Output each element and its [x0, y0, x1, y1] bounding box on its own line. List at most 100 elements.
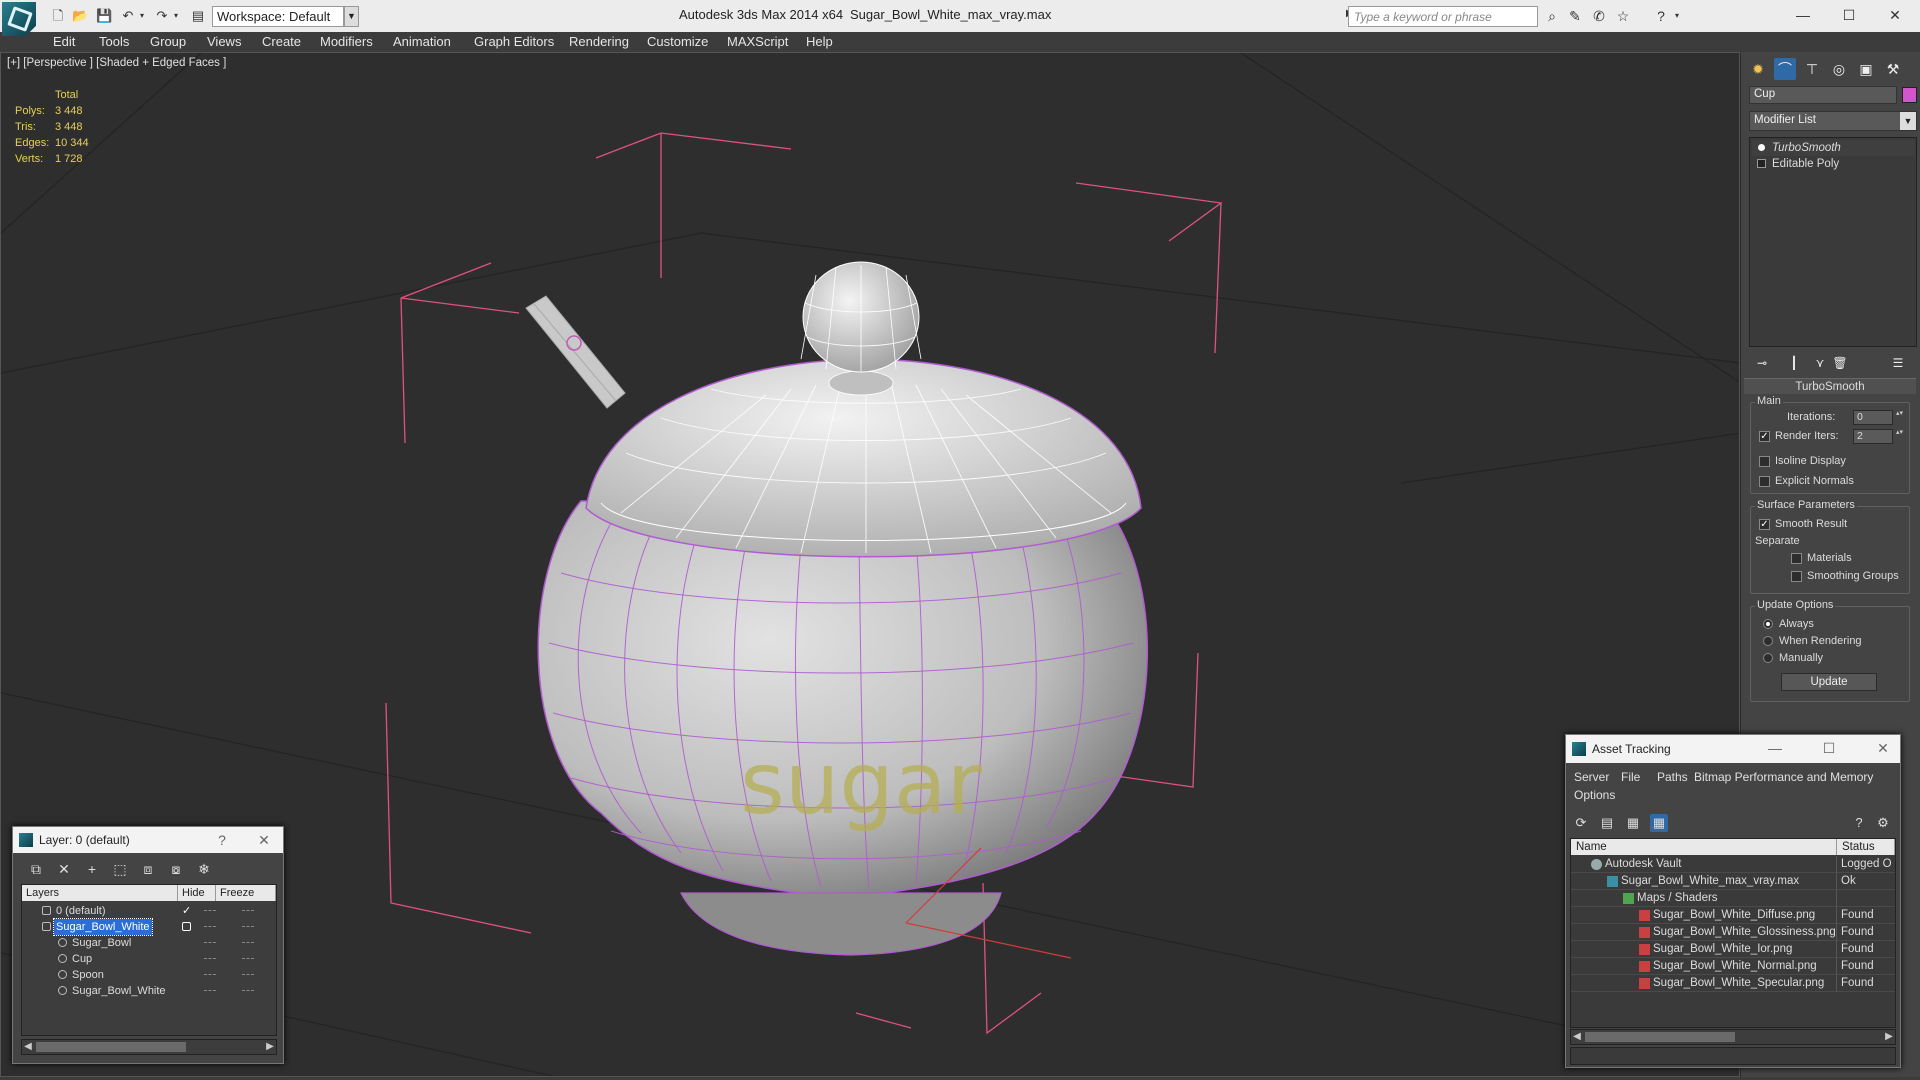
display-tab-icon[interactable]: ▣	[1855, 58, 1877, 80]
menu-edit[interactable]: Edit	[53, 34, 75, 49]
scrollbar-thumb[interactable]	[36, 1042, 186, 1052]
minimize-button[interactable]: —	[1762, 735, 1788, 761]
layer-row[interactable]: 0 (default) ✓	[22, 903, 276, 919]
menu-paths[interactable]: Paths	[1657, 770, 1688, 784]
update-button[interactable]: Update	[1781, 673, 1877, 691]
highlight-layer-icon[interactable]: ⧈	[139, 860, 157, 878]
redo-dropdown-icon[interactable]: ▾	[168, 8, 184, 24]
menu-file[interactable]: File	[1621, 770, 1640, 784]
object-name-input[interactable]: Cup	[1749, 86, 1897, 104]
make-unique-icon[interactable]: ⋎	[1811, 354, 1829, 372]
configure-sets-icon[interactable]: ☰	[1889, 354, 1907, 372]
freeze-column-header[interactable]: Freeze	[216, 885, 276, 901]
asset-row[interactable]: Sugar_Bowl_White_Ior.png Found	[1571, 941, 1895, 958]
freeze-toggle[interactable]	[242, 990, 254, 991]
stack-item-editable-poly[interactable]: Editable Poly	[1752, 156, 1915, 172]
menu-server[interactable]: Server	[1574, 770, 1609, 784]
asset-row[interactable]: Maps / Shaders	[1571, 890, 1895, 907]
settings-icon[interactable]: ⚙	[1874, 814, 1892, 832]
scrollbar-thumb[interactable]	[1585, 1032, 1735, 1042]
menu-views[interactable]: Views	[207, 34, 241, 49]
modify-tab-icon[interactable]: ⌒	[1774, 58, 1796, 80]
active-layer-checkmark-icon[interactable]: ✓	[182, 903, 191, 919]
project-folder-icon[interactable]: ▤	[190, 8, 206, 24]
freeze-toggle[interactable]	[242, 958, 254, 959]
separate-materials-checkbox[interactable]	[1791, 553, 1802, 564]
asset-row[interactable]: Sugar_Bowl_White_Specular.png Found	[1571, 975, 1895, 992]
help-dropdown-icon[interactable]: ▾	[1668, 8, 1686, 24]
layers-column-header[interactable]: Layers	[22, 885, 178, 901]
menu-options[interactable]: Options	[1574, 788, 1615, 802]
scroll-right-icon[interactable]: ▶	[264, 1040, 276, 1054]
render-iters-checkbox[interactable]: ✓	[1759, 431, 1770, 442]
freeze-toggle[interactable]	[242, 910, 254, 911]
freeze-all-layers-icon[interactable]: ❄	[195, 860, 213, 878]
layer-row[interactable]: Sugar_Bowl_White	[22, 983, 276, 999]
hide-all-layers-icon[interactable]: ⧇	[167, 860, 185, 878]
remove-modifier-icon[interactable]: 🗑	[1831, 354, 1849, 372]
iterations-spinner[interactable]: 0	[1853, 410, 1904, 425]
update-always-radio[interactable]	[1763, 619, 1773, 629]
modifier-list-dropdown[interactable]: Modifier List ▼	[1749, 111, 1917, 131]
freeze-toggle[interactable]	[242, 926, 254, 927]
layer-dialog-titlebar[interactable]: Layer: 0 (default) ? ✕	[13, 827, 283, 853]
create-tab-icon[interactable]: ✹	[1747, 58, 1769, 80]
chevron-down-icon[interactable]: ▼	[344, 6, 359, 27]
menu-bitmap-performance[interactable]: Bitmap Performance and Memory	[1694, 770, 1873, 784]
help-button[interactable]: ?	[209, 827, 235, 853]
close-button[interactable]: ✕	[251, 827, 277, 853]
show-end-result-icon[interactable]: ┃	[1785, 354, 1803, 372]
pin-stack-icon[interactable]: ⊸	[1753, 354, 1771, 372]
menu-group[interactable]: Group	[150, 34, 186, 49]
motion-tab-icon[interactable]: ◎	[1828, 58, 1850, 80]
workspace-select[interactable]: Workspace: Default ▼	[212, 6, 359, 27]
new-file-icon[interactable]: 🗋	[50, 8, 66, 24]
asset-row[interactable]: Sugar_Bowl_White_max_vray.max Ok	[1571, 873, 1895, 890]
separate-smoothing-groups-checkbox[interactable]	[1791, 571, 1802, 582]
hide-toggle[interactable]	[204, 990, 216, 991]
set-current-layer-box[interactable]	[182, 922, 191, 931]
asset-row[interactable]: Sugar_Bowl_White_Normal.png Found	[1571, 958, 1895, 975]
chevron-down-icon[interactable]: ▼	[1900, 112, 1916, 130]
asset-tracking-titlebar[interactable]: Asset Tracking — ☐ ✕	[1566, 735, 1900, 763]
delete-layer-icon[interactable]: ✕	[55, 860, 73, 878]
menu-help[interactable]: Help	[806, 34, 833, 49]
binoculars-icon[interactable]: ⌕	[1543, 8, 1561, 24]
expand-box-icon[interactable]	[1757, 159, 1766, 168]
menu-maxscript[interactable]: MAXScript	[727, 34, 788, 49]
layer-row[interactable]: Cup	[22, 951, 276, 967]
favorites-star-icon[interactable]: ☆	[1614, 8, 1632, 24]
freeze-toggle[interactable]	[242, 942, 254, 943]
close-button[interactable]: ✕	[1870, 735, 1896, 761]
isoline-display-checkbox[interactable]	[1759, 456, 1770, 467]
menu-tools[interactable]: Tools	[99, 34, 129, 49]
hide-toggle[interactable]	[204, 974, 216, 975]
menu-rendering[interactable]: Rendering	[569, 34, 629, 49]
scroll-left-icon[interactable]: ◀	[1571, 1030, 1583, 1044]
rollout-title[interactable]: TurboSmooth	[1744, 378, 1916, 394]
menu-create[interactable]: Create	[262, 34, 301, 49]
status-column-header[interactable]: Status	[1837, 839, 1895, 855]
asset-row[interactable]: Autodesk Vault Logged O	[1571, 856, 1895, 873]
asset-row[interactable]: Sugar_Bowl_White_Diffuse.png Found	[1571, 907, 1895, 924]
undo-dropdown-icon[interactable]: ▾	[134, 8, 150, 24]
maximize-button[interactable]: ☐	[1826, 4, 1872, 26]
save-file-icon[interactable]: 💾	[96, 8, 112, 24]
object-color-swatch[interactable]	[1902, 87, 1917, 103]
hide-toggle[interactable]	[204, 926, 216, 927]
new-layer-icon[interactable]: ⧉	[27, 860, 45, 878]
layer-row[interactable]: Sugar_Bowl_White	[22, 918, 276, 936]
hide-toggle[interactable]	[204, 942, 216, 943]
layer-row[interactable]: Sugar_Bowl	[22, 935, 276, 951]
scroll-left-icon[interactable]: ◀	[22, 1040, 34, 1054]
select-objects-icon[interactable]: ⬚	[111, 860, 129, 878]
maximize-button[interactable]: ☐	[1816, 735, 1842, 761]
explicit-normals-checkbox[interactable]	[1759, 476, 1770, 487]
menu-customize[interactable]: Customize	[647, 34, 708, 49]
hide-column-header[interactable]: Hide	[178, 885, 216, 901]
update-manually-radio[interactable]	[1763, 653, 1773, 663]
minimize-button[interactable]: —	[1780, 4, 1826, 26]
render-iters-spinner[interactable]: 2	[1853, 429, 1904, 444]
help-icon[interactable]: ?	[1850, 814, 1868, 832]
table-view-icon[interactable]: ▦	[1650, 814, 1668, 832]
